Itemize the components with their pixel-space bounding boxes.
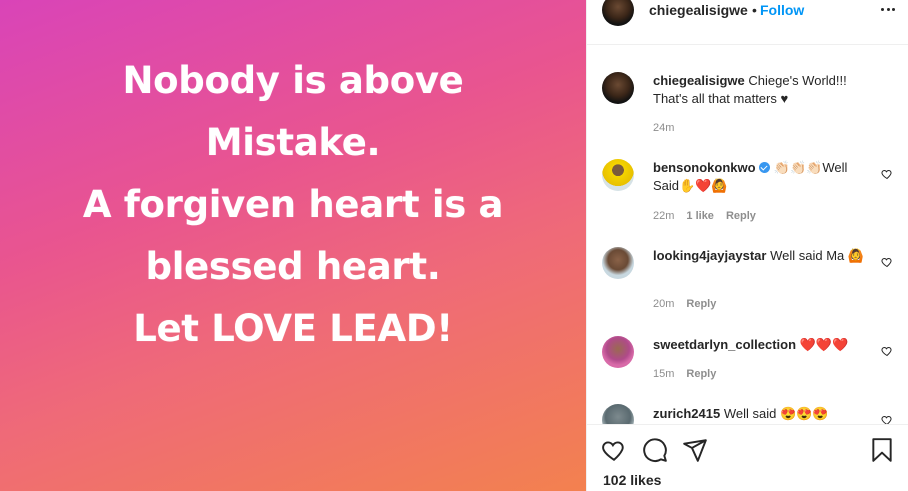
- likes-count[interactable]: 102 likes: [603, 472, 661, 488]
- more-options-icon[interactable]: [881, 3, 895, 15]
- reply-button[interactable]: Reply: [726, 210, 756, 222]
- caption-meta: 24m: [653, 122, 674, 134]
- comment-avatar[interactable]: [602, 404, 634, 424]
- comment-likes[interactable]: 1 like: [686, 210, 714, 222]
- comment-body: bensonokonkwo 👏🏻👏🏻👏🏻Well Said✋❤️🙆: [653, 159, 873, 195]
- post-line: A forgiven heart is a: [82, 183, 504, 226]
- post-line: Let LOVE LEAD!: [133, 307, 453, 350]
- reply-button[interactable]: Reply: [686, 368, 716, 380]
- comment-meta: 15m Reply: [653, 368, 716, 380]
- comment-icon[interactable]: [642, 437, 668, 463]
- follow-button[interactable]: Follow: [760, 2, 804, 18]
- comment-avatar[interactable]: [602, 159, 634, 191]
- separator-dot: •: [752, 2, 757, 18]
- caption-time: 24m: [653, 122, 675, 134]
- caption-avatar[interactable]: [602, 72, 634, 104]
- comment-username[interactable]: looking4jayjaystar: [653, 248, 766, 263]
- owner-username[interactable]: chiegealisigwe: [649, 2, 748, 18]
- comment-username[interactable]: sweetdarlyn_collection: [653, 337, 796, 352]
- post-sidebar: chiegealisigwe • Follow chiegealisigwe C…: [586, 0, 908, 491]
- comment-body: sweetdarlyn_collection ❤️❤️❤️: [653, 336, 873, 354]
- bookmark-icon[interactable]: [869, 437, 895, 463]
- comment-username[interactable]: bensonokonkwo: [653, 160, 756, 175]
- post-image: Nobody is above Mistake. A forgiven hear…: [0, 0, 586, 491]
- comment-meta: 20m Reply: [653, 298, 716, 310]
- post-actions-bar: 102 likes: [587, 424, 908, 491]
- caption-body: chiegealisigwe Chiege's World!!! That's …: [653, 72, 873, 108]
- comment-time: 22m: [653, 210, 675, 222]
- owner-avatar[interactable]: [602, 0, 634, 26]
- comment-like-heart-icon[interactable]: [881, 168, 893, 180]
- comments-list[interactable]: chiegealisigwe Chiege's World!!! That's …: [587, 46, 908, 424]
- comment-meta: 22m 1 like Reply: [653, 210, 756, 222]
- comment-username[interactable]: zurich2415: [653, 406, 720, 421]
- post-quote-text: Nobody is above Mistake. A forgiven hear…: [13, 50, 573, 360]
- comment-like-heart-icon[interactable]: [881, 414, 893, 424]
- post-header: chiegealisigwe • Follow: [587, 0, 908, 45]
- comment-like-heart-icon[interactable]: [881, 256, 893, 268]
- post-line: Nobody is above: [122, 59, 464, 102]
- comment-text: ❤️❤️❤️: [799, 337, 849, 352]
- heart-icon[interactable]: [601, 437, 627, 463]
- comment-time: 15m: [653, 368, 675, 380]
- verified-badge-icon: [759, 162, 771, 173]
- post-line: blessed heart.: [145, 245, 441, 288]
- comment-time: 20m: [653, 298, 675, 310]
- comment-body: looking4jayjaystar Well said Ma 🙆: [653, 247, 873, 265]
- reply-button[interactable]: Reply: [686, 298, 716, 310]
- caption-username[interactable]: chiegealisigwe: [653, 73, 745, 88]
- post-line: Mistake.: [205, 121, 381, 164]
- comment-text: Well said 😍😍😍: [723, 406, 829, 421]
- comment-avatar[interactable]: [602, 336, 634, 368]
- comment-like-heart-icon[interactable]: [881, 345, 893, 357]
- share-icon[interactable]: [682, 437, 708, 463]
- comment-body: zurich2415 Well said 😍😍😍: [653, 405, 873, 423]
- comment-avatar[interactable]: [602, 247, 634, 279]
- comment-text: Well said Ma 🙆: [770, 248, 865, 263]
